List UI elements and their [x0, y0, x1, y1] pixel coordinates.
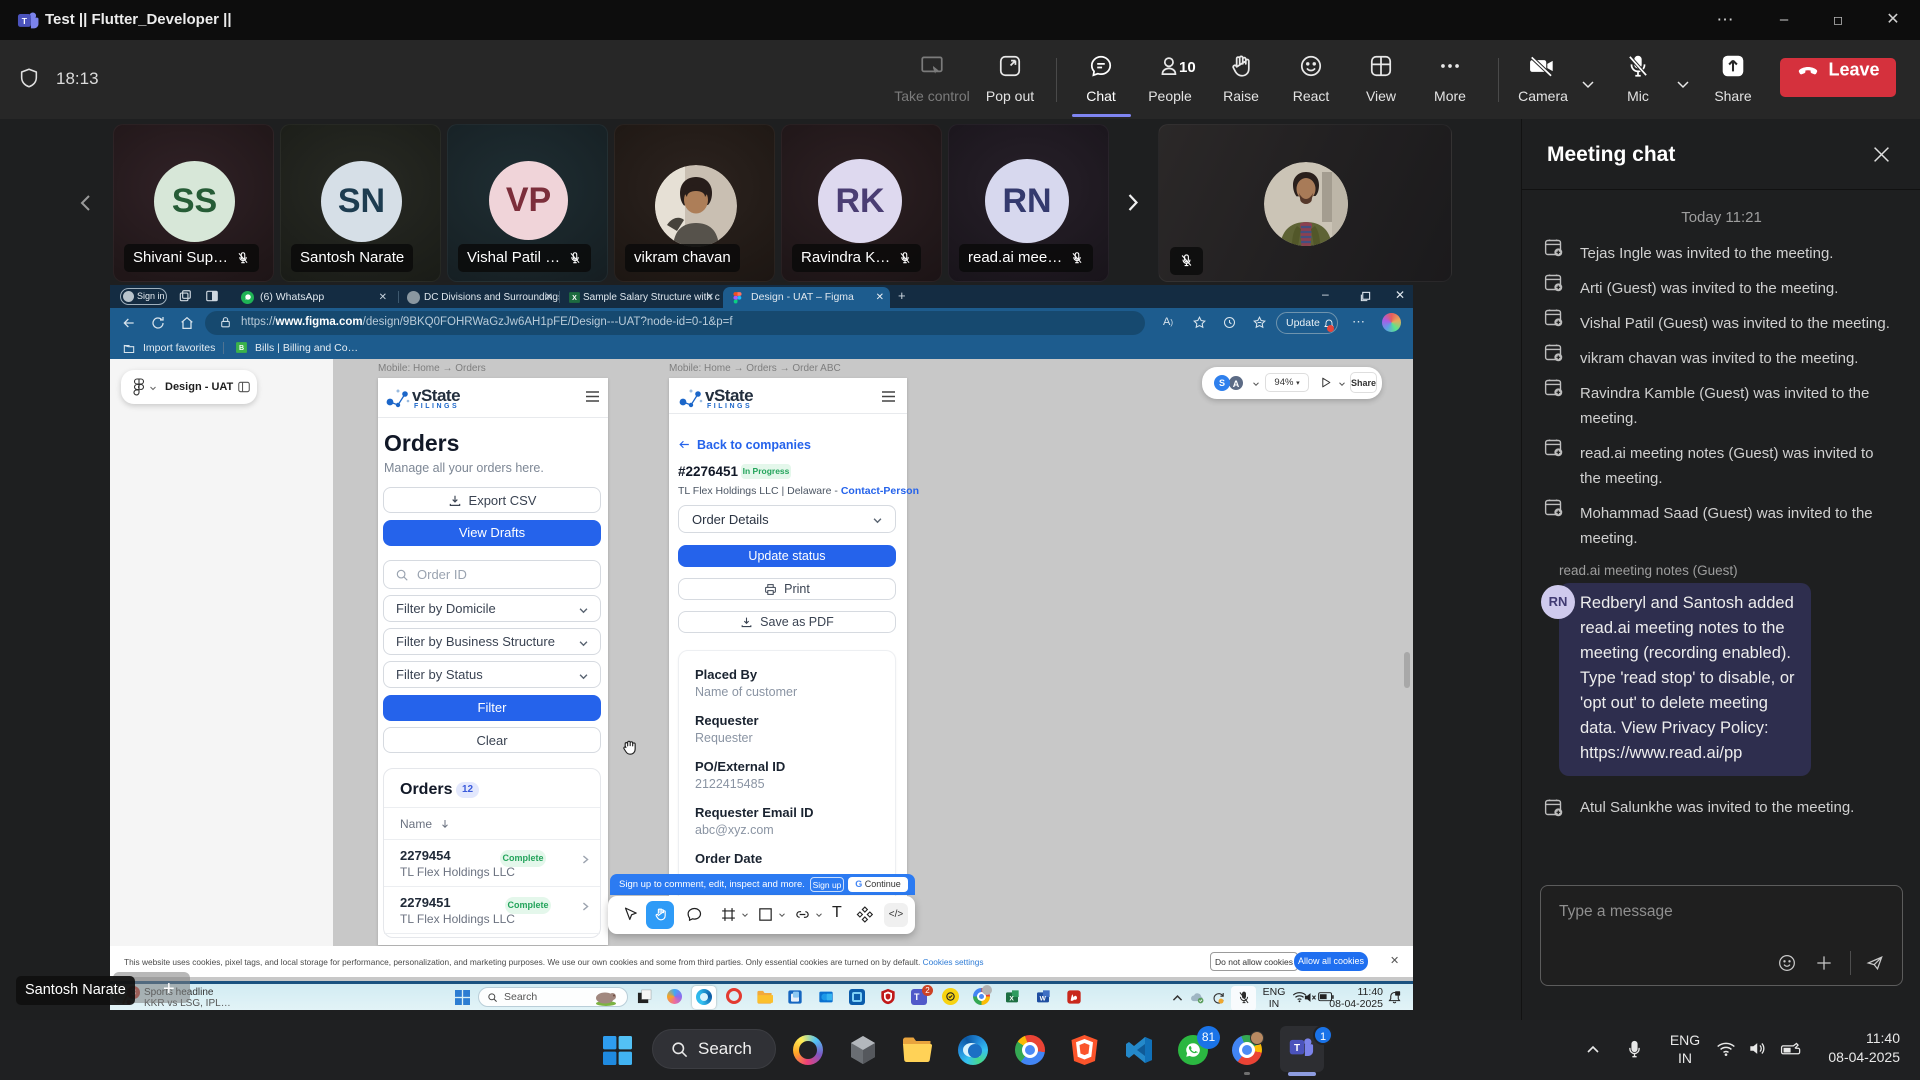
svg-text:T: T	[22, 16, 28, 26]
svg-text:X: X	[572, 295, 577, 302]
svg-text:B: B	[239, 345, 244, 352]
svg-text:X: X	[1009, 995, 1014, 1002]
svg-text:T: T	[1294, 1043, 1300, 1054]
svg-text:W: W	[1040, 995, 1047, 1002]
